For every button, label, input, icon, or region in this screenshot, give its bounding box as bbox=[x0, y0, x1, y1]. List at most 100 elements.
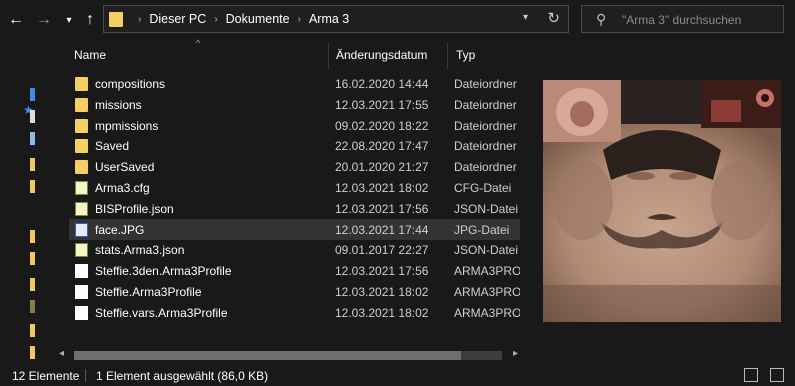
file-type: ARMA3PRO bbox=[454, 285, 520, 299]
file-type: ARMA3PRO bbox=[454, 305, 520, 320]
breadcrumb-item-arma3[interactable]: Arma 3 bbox=[309, 12, 349, 26]
file-name: missions bbox=[95, 97, 142, 112]
file-row[interactable]: compositions 16.02.2020 14:44 Dateiordner bbox=[69, 73, 520, 94]
nav-item-icon[interactable] bbox=[30, 110, 35, 123]
nav-folder-icon[interactable] bbox=[30, 158, 35, 171]
forward-button[interactable]: → bbox=[36, 9, 52, 31]
folder-icon bbox=[75, 77, 88, 91]
item-count: 12 Elemente bbox=[12, 369, 80, 383]
nav-folder-icon[interactable] bbox=[30, 346, 35, 359]
nav-folder-icon[interactable] bbox=[30, 278, 35, 291]
file-type: JSON-Datei bbox=[454, 243, 519, 258]
folder-icon bbox=[75, 97, 88, 112]
file-type: Dateiordner bbox=[454, 118, 517, 133]
file-row[interactable]: Saved 22.08.2020 17:47 Dateiordner bbox=[69, 135, 520, 156]
chevron-down-icon: ▾ bbox=[66, 14, 72, 26]
file-date: 12.03.2021 17:56 bbox=[335, 201, 429, 216]
column-date[interactable]: Änderungsdatum bbox=[336, 48, 427, 62]
file-list: ^ Name Änderungsdatum Typ compositions 16… bbox=[52, 38, 520, 365]
file-row[interactable]: Steffie.3den.Arma3Profile 12.03.2021 17:5… bbox=[69, 260, 520, 281]
search-input[interactable]: "Arma 3" durchsuchen bbox=[622, 13, 741, 27]
nav-folder-icon[interactable] bbox=[30, 300, 35, 313]
breadcrumb: › Dieser PC › Dokumente › Arma 3 bbox=[130, 6, 349, 32]
search-box[interactable]: ⚲ "Arma 3" durchsuchen bbox=[581, 5, 784, 33]
file-icon bbox=[75, 285, 88, 299]
file-icon bbox=[75, 264, 88, 279]
file-name: UserSaved bbox=[95, 160, 155, 175]
file-row[interactable]: mpmissions 09.02.2020 18:22 Dateiordner bbox=[69, 115, 520, 136]
file-type: JPG-Datei bbox=[454, 222, 510, 237]
arrow-left-icon: ← bbox=[8, 11, 24, 28]
up-button[interactable]: ↑ bbox=[82, 9, 98, 31]
file-row[interactable]: missions 12.03.2021 17:55 Dateiordner bbox=[69, 94, 520, 115]
file-date: 09.01.2017 22:27 bbox=[335, 243, 429, 258]
navigation-pane: ★ bbox=[0, 40, 52, 365]
recent-locations-button[interactable]: ▾ bbox=[63, 9, 75, 31]
file-row[interactable]: stats.Arma3.json 09.01.2017 22:27 JSON-Dat… bbox=[69, 239, 520, 260]
chevron-right-icon: › bbox=[214, 13, 218, 25]
horizontal-scrollbar[interactable]: ◂ ▸ bbox=[57, 346, 520, 363]
nav-folder-icon[interactable] bbox=[30, 230, 35, 243]
file-name: BISProfile.json bbox=[95, 201, 174, 216]
folder-icon bbox=[75, 118, 88, 133]
file-icon bbox=[75, 243, 88, 258]
file-date: 20.01.2020 21:27 bbox=[335, 160, 429, 175]
file-type: JSON-Datei bbox=[454, 201, 519, 216]
face-texture-image bbox=[543, 80, 781, 322]
breadcrumb-item-dokumente[interactable]: Dokumente bbox=[226, 12, 290, 26]
details-view-icon[interactable] bbox=[744, 368, 758, 382]
file-date: 12.03.2021 17:55 bbox=[335, 97, 429, 112]
address-bar[interactable]: › Dieser PC › Dokumente › Arma 3 ▾ ↻ bbox=[103, 5, 569, 33]
file-type: Dateiordner bbox=[454, 77, 517, 91]
file-row[interactable]: UserSaved 20.01.2020 21:27 Dateiordner bbox=[69, 156, 520, 177]
nav-item-icon[interactable] bbox=[30, 88, 35, 101]
nav-folder-icon[interactable] bbox=[30, 324, 35, 337]
column-header: ^ Name Änderungsdatum Typ bbox=[52, 38, 520, 70]
scroll-left-icon[interactable]: ◂ bbox=[59, 348, 64, 359]
scroll-thumb[interactable] bbox=[74, 351, 461, 360]
file-date: 09.02.2020 18:22 bbox=[335, 118, 429, 133]
large-icons-view-icon[interactable] bbox=[770, 368, 784, 382]
file-date: 12.03.2021 18:02 bbox=[335, 305, 429, 320]
address-dropdown-icon[interactable]: ▾ bbox=[523, 12, 528, 23]
arrow-up-icon: ↑ bbox=[86, 11, 94, 28]
folder-icon bbox=[75, 139, 88, 154]
refresh-icon[interactable]: ↻ bbox=[547, 9, 560, 27]
file-type: Dateiordner bbox=[454, 97, 517, 112]
nav-item-icon[interactable] bbox=[30, 132, 35, 145]
nav-folder-icon[interactable] bbox=[30, 252, 35, 265]
chevron-right-icon: › bbox=[297, 13, 301, 25]
sort-up-icon: ^ bbox=[196, 38, 201, 48]
file-row[interactable]: Steffie.vars.Arma3Profile 12.03.2021 18:0… bbox=[69, 302, 520, 323]
scroll-right-icon[interactable]: ▸ bbox=[513, 348, 518, 359]
arrow-right-icon: → bbox=[36, 11, 52, 28]
folder-icon bbox=[109, 12, 123, 27]
file-row[interactable]: face.JPG 12.03.2021 17:44 JPG-Datei bbox=[69, 218, 520, 240]
file-name: stats.Arma3.json bbox=[95, 243, 185, 258]
status-divider bbox=[85, 369, 86, 382]
file-type: ARMA3PRO bbox=[454, 264, 520, 279]
file-name: Steffie.Arma3Profile bbox=[95, 285, 202, 299]
column-type[interactable]: Typ bbox=[456, 48, 475, 62]
file-date: 12.03.2021 17:56 bbox=[335, 264, 429, 279]
column-divider[interactable] bbox=[328, 42, 329, 70]
file-name: Arma3.cfg bbox=[95, 181, 150, 195]
nav-folder-icon[interactable] bbox=[30, 180, 35, 193]
column-divider[interactable] bbox=[447, 42, 448, 70]
file-name: mpmissions bbox=[95, 118, 159, 133]
file-date: 12.03.2021 17:44 bbox=[335, 222, 429, 237]
file-name: Steffie.3den.Arma3Profile bbox=[95, 264, 232, 279]
breadcrumb-item-dieser-pc[interactable]: Dieser PC bbox=[149, 12, 206, 26]
status-bar: 12 Elemente 1 Element ausgewählt (86,0 K… bbox=[0, 365, 795, 386]
file-row[interactable]: BISProfile.json 12.03.2021 17:56 JSON-Date… bbox=[69, 198, 520, 219]
file-icon bbox=[75, 305, 88, 320]
selection-info: 1 Element ausgewählt (86,0 KB) bbox=[96, 369, 269, 383]
file-row[interactable]: Arma3.cfg 12.03.2021 18:02 CFG-Datei bbox=[69, 177, 520, 198]
image-preview bbox=[543, 80, 781, 322]
file-name: Saved bbox=[95, 139, 130, 154]
file-row[interactable]: Steffie.Arma3Profile 12.03.2021 18:02 ARMA… bbox=[69, 281, 520, 302]
file-icon bbox=[75, 181, 88, 195]
chevron-right-icon: › bbox=[138, 13, 142, 25]
back-button[interactable]: ← bbox=[8, 9, 24, 31]
column-name[interactable]: Name bbox=[74, 48, 106, 62]
